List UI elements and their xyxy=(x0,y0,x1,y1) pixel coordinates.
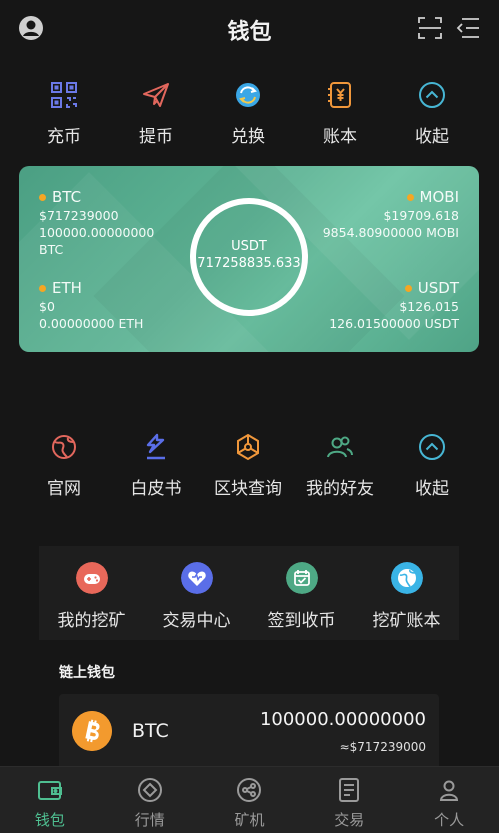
blockchain-icon xyxy=(237,433,259,461)
bitcoin-icon xyxy=(72,711,112,751)
tab-trade[interactable]: 交易 xyxy=(299,767,399,833)
action-deposit[interactable]: 充币 xyxy=(18,80,110,147)
trade-icon xyxy=(339,778,360,802)
asset-name: ETH xyxy=(52,279,82,297)
asset-amount: 0.00000000 ETH xyxy=(39,316,144,331)
feature-mining-ledger[interactable]: 挖矿账本 xyxy=(354,562,459,631)
info-actions: 官网 白皮书 区块查询 我的好友 收起 xyxy=(18,432,499,499)
asset-mobi[interactable]: MOBI $19709.618 9854.80900000 MOBI xyxy=(323,187,459,241)
qr-code-icon xyxy=(51,82,77,108)
feature-checkin[interactable]: 签到收币 xyxy=(249,562,354,631)
asset-name: USDT xyxy=(417,279,459,297)
feature-label: 交易中心 xyxy=(162,611,231,631)
action-website[interactable]: 官网 xyxy=(18,432,110,499)
asset-eth[interactable]: ETH $0 0.00000000 ETH xyxy=(39,278,143,332)
miner-icon xyxy=(237,778,262,802)
whitepaper-icon xyxy=(146,433,165,460)
total-amount: 717258835.633 xyxy=(197,256,301,271)
action-label: 我的好友 xyxy=(306,479,374,499)
action-label: 官网 xyxy=(47,479,81,499)
asset-value: $126.015 xyxy=(399,299,459,314)
person-icon xyxy=(440,780,459,801)
action-collapse[interactable]: 收起 xyxy=(386,432,478,499)
status-dot xyxy=(39,284,46,292)
coin-row-btc[interactable]: BTC 100000.00000000 ≈$717239000 xyxy=(59,694,439,770)
action-friends[interactable]: 我的好友 xyxy=(294,432,386,499)
tab-label: 行情 xyxy=(134,811,165,829)
action-block-explorer[interactable]: 区块查询 xyxy=(202,432,294,499)
asset-usdt[interactable]: USDT $126.015 126.01500000 USDT xyxy=(329,278,459,332)
action-label: 充币 xyxy=(47,127,81,147)
action-label: 区块查询 xyxy=(214,479,282,499)
status-dot xyxy=(39,193,46,201)
action-label: 提币 xyxy=(139,127,173,147)
total-currency: USDT xyxy=(231,239,267,254)
feature-label: 挖矿账本 xyxy=(372,611,441,631)
scan-icon[interactable] xyxy=(418,17,442,39)
tab-label: 矿机 xyxy=(234,811,265,829)
total-balance-ring: USDT 717258835.633 xyxy=(190,198,308,316)
asset-amount: 126.01500000 USDT xyxy=(329,316,459,331)
feature-panel: 我的挖矿 交易中心 签到收币 挖矿账本 xyxy=(39,546,459,640)
tab-label: 交易 xyxy=(334,811,365,829)
exchange-icon xyxy=(236,83,260,107)
feature-trading-center[interactable]: 交易中心 xyxy=(144,562,249,631)
action-label: 收起 xyxy=(415,479,449,499)
globe-icon xyxy=(390,562,423,594)
asset-amount: 100000.00000000 xyxy=(39,225,155,240)
globe-icon xyxy=(52,435,76,459)
paper-plane-icon xyxy=(143,83,169,107)
tab-label: 个人 xyxy=(434,811,465,829)
status-dot xyxy=(406,193,414,201)
asset-value: $0 xyxy=(39,299,55,314)
feature-label: 签到收币 xyxy=(267,611,336,631)
action-collapse[interactable]: 收起 xyxy=(386,80,478,147)
action-ledger[interactable]: 账本 xyxy=(294,80,386,147)
collapse-icon xyxy=(419,82,445,108)
friends-icon xyxy=(327,436,353,458)
action-whitepaper[interactable]: 白皮书 xyxy=(110,432,202,499)
asset-name: BTC xyxy=(52,188,82,206)
wallet-icon xyxy=(37,781,62,800)
coin-name: BTC xyxy=(132,720,169,742)
section-title: 链上钱包 xyxy=(59,665,115,681)
status-dot xyxy=(404,284,412,292)
tab-miner[interactable]: 矿机 xyxy=(200,767,300,833)
market-icon xyxy=(137,778,162,802)
action-withdraw[interactable]: 提币 xyxy=(110,80,202,147)
bottom-tab-bar: 钱包 行情 矿机 交易 个人 xyxy=(0,766,499,833)
action-exchange[interactable]: 兑换 xyxy=(202,80,294,147)
gamepad-icon xyxy=(75,562,108,594)
heart-icon xyxy=(180,562,213,594)
asset-value: $717239000 xyxy=(39,208,119,223)
asset-amount: 9854.80900000 MOBI xyxy=(322,225,459,240)
asset-unit: BTC xyxy=(39,242,64,257)
ledger-icon xyxy=(328,82,351,108)
tab-label: 钱包 xyxy=(34,811,65,829)
action-label: 白皮书 xyxy=(130,479,182,499)
tab-profile[interactable]: 个人 xyxy=(399,767,499,833)
coin-value: ≈$717239000 xyxy=(339,740,426,754)
tab-wallet[interactable]: 钱包 xyxy=(0,767,100,833)
menu-icon[interactable] xyxy=(456,17,480,39)
action-label: 兑换 xyxy=(231,127,265,147)
asset-value: $19709.618 xyxy=(383,208,459,223)
balance-card: BTC $717239000 100000.00000000 BTC MOBI … xyxy=(19,166,479,352)
coin-balance: 100000.00000000 xyxy=(259,709,426,730)
asset-name: MOBI xyxy=(419,188,459,206)
action-label: 收起 xyxy=(415,127,449,147)
action-label: 账本 xyxy=(323,127,357,147)
top-bar: 钱包 xyxy=(0,0,499,58)
collapse-icon xyxy=(419,434,445,460)
feature-label: 我的挖矿 xyxy=(57,611,126,631)
calendar-check-icon xyxy=(285,562,318,594)
asset-btc[interactable]: BTC $717239000 100000.00000000 BTC xyxy=(39,187,154,258)
feature-my-mining[interactable]: 我的挖矿 xyxy=(39,562,144,631)
wallet-actions: 充币 提币 兑换 账本 收起 xyxy=(18,80,499,147)
tab-market[interactable]: 行情 xyxy=(100,767,200,833)
